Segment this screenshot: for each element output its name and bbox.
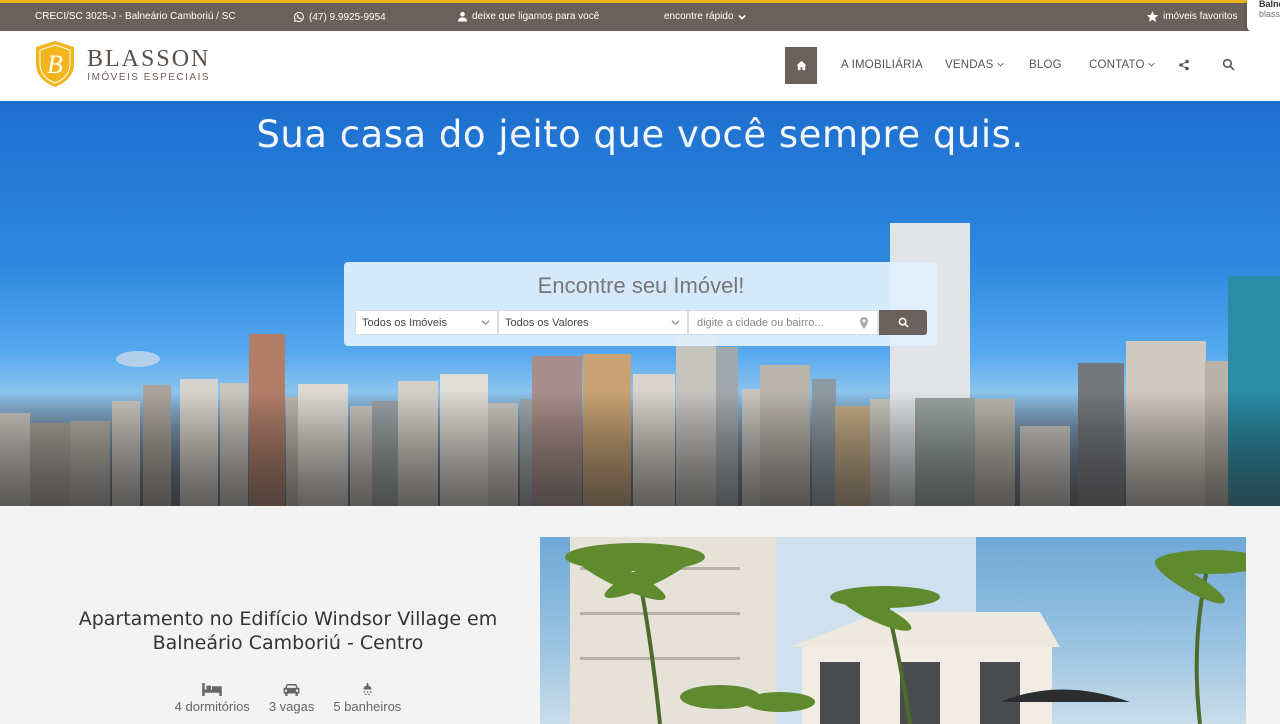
notification-title: Balne	[1259, 0, 1280, 9]
stat-label: 3 vagas	[268, 699, 315, 714]
phone-text: (47) 9.9925-9954	[309, 11, 386, 23]
notification-text: blass	[1259, 9, 1280, 19]
logo-shield-icon: B	[36, 41, 74, 87]
stat-label: 4 dormitórios	[174, 699, 250, 714]
callback-link[interactable]: deixe que ligamos para você	[457, 11, 599, 22]
nav-item-label: CONTATO	[1089, 59, 1145, 71]
notification-popup[interactable]: Balne blass	[1247, 0, 1280, 32]
whatsapp-icon	[294, 12, 304, 22]
brand-name: BLASSON	[87, 45, 211, 72]
property-type-select[interactable]: Todos os Imóveis	[355, 310, 498, 335]
listing-stats: 4 dormitórios 3 vagas 5 banheiros	[36, 683, 540, 714]
creci-text: CRECI/SC 3025-J - Balneário Camboriú / S…	[35, 11, 236, 22]
price-range-value: Todos os Valores	[505, 317, 589, 329]
favorites-text: imóveis favoritos	[1163, 11, 1238, 22]
car-icon	[283, 683, 300, 696]
search-title: Encontre seu Imóvel!	[537, 273, 745, 298]
nav-item-label: VENDAS	[945, 59, 994, 71]
svg-text:B: B	[47, 50, 63, 79]
chevron-down-icon	[1148, 62, 1155, 67]
city-search-input[interactable]: digite a cidade ou bairro...	[688, 310, 878, 335]
map-pin-icon	[860, 317, 868, 329]
logo[interactable]: B BLASSON IMÓVEIS ESPECIAIS	[33, 40, 210, 88]
nav-item-vendas[interactable]: VENDAS	[945, 59, 1004, 71]
property-type-value: Todos os Imóveis	[362, 317, 447, 329]
phone-link[interactable]: (47) 9.9925-9954	[293, 11, 386, 23]
hero-headline: Sua casa do jeito que você sempre quis.	[256, 113, 1024, 156]
property-search-box: Encontre seu Imóvel! Todos os Imóveis To…	[344, 262, 938, 346]
stat-bedrooms: 4 dormitórios	[175, 683, 250, 714]
brand-tagline: IMÓVEIS ESPECIAIS	[87, 71, 211, 83]
quick-find-dropdown[interactable]: encontre rápido	[664, 11, 746, 22]
chevron-down-icon	[481, 320, 490, 326]
bed-icon	[202, 683, 222, 696]
share-icon	[1179, 59, 1189, 71]
quick-find-text: encontre rápido	[664, 11, 734, 22]
home-icon	[795, 60, 807, 71]
search-icon	[898, 317, 909, 328]
featured-listing-title[interactable]: Apartamento no Edifício Windsor Village …	[36, 607, 540, 655]
site-header: B BLASSON IMÓVEIS ESPECIAIS A IMOBILIÁRI…	[0, 31, 1280, 101]
chevron-down-icon	[997, 62, 1004, 67]
favorites-link[interactable]: imóveis favoritos	[1146, 10, 1237, 23]
building-render-image	[565, 537, 1246, 724]
nav-item-blog[interactable]: BLOG	[1029, 59, 1062, 71]
callback-text: deixe que ligamos para você	[472, 11, 600, 22]
featured-listing-info[interactable]: Apartamento no Edifício Windsor Village …	[36, 537, 540, 724]
nav-home-button[interactable]	[785, 47, 817, 84]
chevron-down-icon	[671, 320, 680, 326]
price-range-select[interactable]: Todos os Valores	[498, 310, 688, 335]
stat-bathrooms: 5 banheiros	[333, 683, 401, 714]
star-icon	[1146, 11, 1159, 22]
user-icon	[457, 11, 468, 22]
search-icon	[1222, 58, 1235, 71]
city-search-placeholder: digite a cidade ou bairro...	[697, 317, 824, 329]
hero-banner: Sua casa do jeito que você sempre quis. …	[0, 101, 1280, 506]
featured-listing-image[interactable]	[540, 537, 1246, 724]
chevron-down-icon	[737, 14, 746, 20]
nav-item-contato[interactable]: CONTATO	[1089, 59, 1155, 71]
search-button[interactable]	[1222, 58, 1235, 76]
stat-label: 5 banheiros	[333, 699, 402, 714]
shower-icon	[363, 683, 372, 696]
nav-item-imobiliaria[interactable]: A IMOBILIÁRIA	[841, 59, 923, 71]
top-bar: CRECI/SC 3025-J - Balneário Camboriú / S…	[0, 0, 1280, 31]
share-button[interactable]	[1178, 58, 1190, 76]
search-submit-button[interactable]	[879, 310, 927, 335]
stat-parking: 3 vagas	[268, 683, 315, 714]
